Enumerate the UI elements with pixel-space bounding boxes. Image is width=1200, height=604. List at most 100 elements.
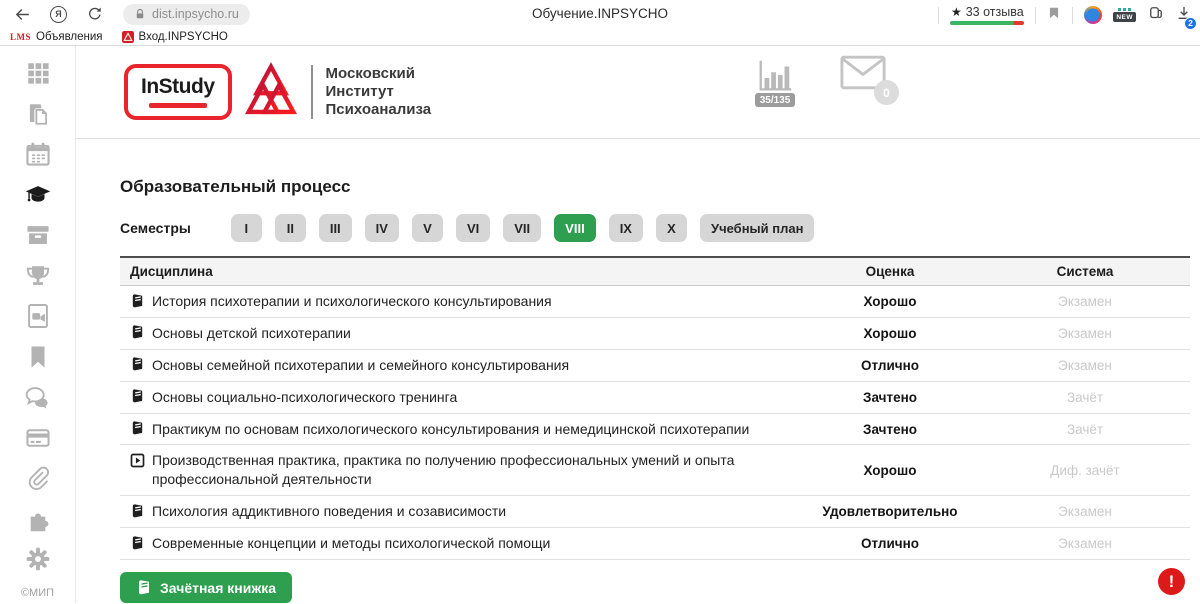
discipline-cell[interactable]: Практикум по основам психологического ко… (120, 420, 800, 439)
institute-name: Московский Институт Психоанализа (326, 65, 432, 120)
instudy-logo-text: InStudy (141, 75, 215, 99)
table-row[interactable]: История психотерапии и психологического … (120, 286, 1190, 318)
bookmark-inpsycho[interactable]: Вход.INPSYCHO (122, 31, 228, 43)
discipline-cell[interactable]: Основы детской психотерапии (120, 324, 800, 343)
rating-bar (950, 21, 1024, 25)
grade-value: Отлично (800, 358, 980, 373)
sidebar-item-trophy-icon[interactable] (24, 263, 52, 289)
grade-value: Хорошо (800, 326, 980, 341)
alert-notification-icon[interactable]: ! (1158, 568, 1185, 595)
sidebar-item-payment-icon[interactable] (24, 425, 52, 451)
bookmark-lms[interactable]: LMS Объявления (10, 31, 103, 43)
column-header-system: Система (980, 264, 1190, 279)
system-value: Экзамен (980, 536, 1190, 551)
sidebar-item-calendar-icon[interactable] (24, 141, 52, 167)
browser-tab-title: Обучение.INPSYCHO (300, 6, 900, 21)
mip-favicon (122, 31, 134, 43)
sidebar-item-bookmark-icon[interactable] (24, 344, 52, 370)
progress-badge: 35/135 (755, 93, 796, 107)
discipline-cell[interactable]: История психотерапии и психологического … (120, 292, 800, 311)
semester-tab-ii[interactable]: II (275, 214, 306, 242)
semester-tab-x[interactable]: X (656, 214, 687, 242)
system-value: Экзамен (980, 504, 1190, 519)
system-value: Экзамен (980, 326, 1190, 341)
table-row[interactable]: Современные концепции и методы психологи… (120, 528, 1190, 560)
column-header-discipline: Дисциплина (120, 264, 800, 279)
book-icon (130, 536, 145, 551)
lms-icon: LMS (10, 32, 31, 42)
messages-button[interactable]: 0 (840, 55, 886, 95)
semester-tab-iii[interactable]: III (319, 214, 352, 242)
sidebar-nav: ©МИП (0, 46, 76, 603)
sidebar-item-extensions-icon[interactable] (24, 506, 52, 532)
page-title: Образовательный процесс (120, 177, 1200, 197)
refresh-icon[interactable] (85, 4, 105, 24)
discipline-name: Практикум по основам психологического ко… (152, 420, 749, 439)
book-icon (130, 389, 145, 404)
profile-letter: Я (55, 9, 61, 19)
sidebar-item-settings-icon[interactable] (24, 546, 52, 572)
site-reviews-button[interactable]: ★33 отзыва (950, 5, 1024, 25)
bookmark-label: Вход.INPSYCHO (139, 31, 228, 43)
mip-triangle-logo[interactable] (243, 61, 299, 124)
table-row[interactable]: Основы семейной психотерапии и семейного… (120, 350, 1190, 382)
semesters-label: Семестры (120, 220, 191, 236)
progress-stats-button[interactable]: 35/135 (752, 57, 798, 107)
sidebar-item-chat-icon[interactable] (24, 384, 52, 410)
grade-value: Отлично (800, 536, 980, 551)
grade-value: Удовлетворительно (800, 504, 980, 519)
discipline-cell[interactable]: Основы семейной психотерапии и семейного… (120, 356, 800, 375)
book-icon (130, 357, 145, 372)
browser-chrome: Я dist.inpsycho.ru Обучение.INPSYCHO ★33… (0, 0, 1200, 46)
discipline-name: Основы детской психотерапии (152, 324, 351, 343)
discipline-cell[interactable]: Современные концепции и методы психологи… (120, 534, 800, 553)
browser-profile-icon[interactable]: Я (50, 6, 67, 23)
sidebar-item-archive-icon[interactable] (24, 222, 52, 248)
divider (1035, 7, 1036, 24)
downloads-icon[interactable]: 2 (1176, 4, 1192, 27)
sidebar-item-video-lessons-icon[interactable] (24, 303, 52, 329)
semester-tab-i[interactable]: I (231, 214, 262, 242)
table-row[interactable]: Основы социально-психологического тренин… (120, 382, 1190, 414)
table-row[interactable]: Основы детской психотерапии ХорошоЭкзамен (120, 318, 1190, 350)
discipline-cell[interactable]: Психология аддиктивного поведения и соза… (120, 502, 800, 521)
discipline-cell[interactable]: Основы социально-психологического тренин… (120, 388, 800, 407)
grade-value: Хорошо (800, 294, 980, 309)
back-icon[interactable] (12, 4, 32, 24)
divider (311, 65, 313, 119)
semester-tab-vi[interactable]: VI (456, 214, 490, 242)
copyright-label: ©МИП (21, 587, 54, 603)
url-text: dist.inpsycho.ru (152, 7, 239, 21)
bookmark-flag-icon[interactable] (1047, 5, 1061, 26)
discipline-name: Психология аддиктивного поведения и соза… (152, 502, 506, 521)
instudy-logo-underline (149, 103, 207, 108)
sidebar-item-documents-icon[interactable] (24, 101, 52, 127)
extension-orb-icon[interactable] (1084, 6, 1102, 24)
new-features-icon[interactable]: NEW (1113, 8, 1136, 22)
download-count-badge: 2 (1184, 17, 1197, 30)
sidebar-item-attachments-icon[interactable] (24, 465, 52, 491)
table-row[interactable]: Производственная практика, практика по п… (120, 445, 1190, 496)
system-value: Зачёт (980, 390, 1190, 405)
semester-tab-ix[interactable]: IX (609, 214, 643, 242)
sidebar-item-grid-icon[interactable] (24, 60, 52, 86)
address-bar[interactable]: dist.inpsycho.ru (123, 4, 250, 25)
instudy-logo[interactable]: InStudy (124, 64, 232, 120)
semester-tab-v[interactable]: V (412, 214, 443, 242)
collections-icon[interactable] (1147, 4, 1165, 27)
table-row[interactable]: Психология аддиктивного поведения и соза… (120, 496, 1190, 528)
table-row[interactable]: Практикум по основам психологического ко… (120, 414, 1190, 446)
sidebar-item-education-icon[interactable] (24, 182, 52, 208)
bookmark-label: Объявления (36, 31, 103, 43)
gradebook-button[interactable]: Зачётная книжка (120, 572, 292, 603)
play-icon (130, 453, 145, 468)
discipline-name: Производственная практика, практика по п… (152, 451, 800, 489)
divider (1072, 7, 1073, 24)
book-icon (130, 325, 145, 340)
system-value: Зачёт (980, 422, 1190, 437)
semester-tab-study-plan[interactable]: Учебный план (700, 214, 814, 242)
semester-tab-iv[interactable]: IV (365, 214, 399, 242)
semester-tab-viii[interactable]: VIII (554, 214, 596, 242)
discipline-cell[interactable]: Производственная практика, практика по п… (120, 451, 800, 489)
semester-tab-vii[interactable]: VII (503, 214, 541, 242)
